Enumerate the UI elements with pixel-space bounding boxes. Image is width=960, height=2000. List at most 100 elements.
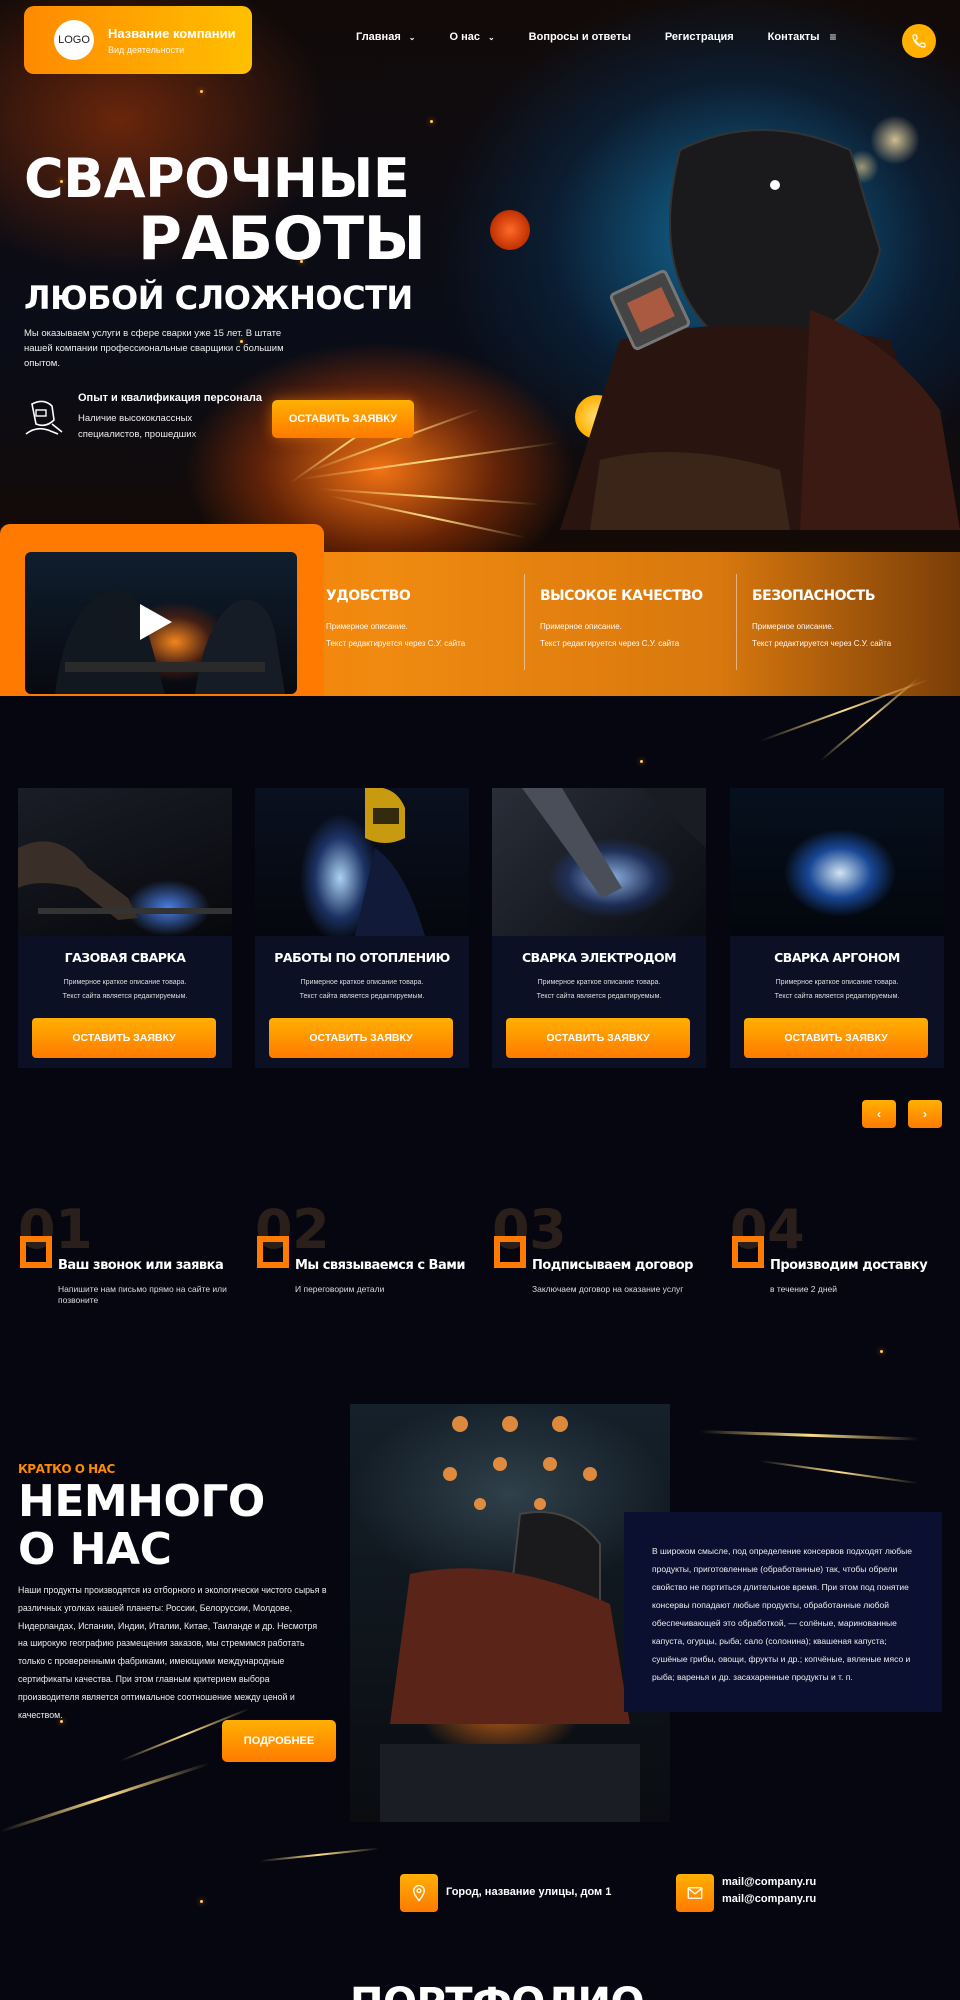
portfolio-title: ПОРТФОЛИО — [350, 1980, 644, 2000]
about-title-line2: О НАС — [18, 1524, 172, 1575]
service-card: РАБОТЫ ПО ОТОПЛЕНИЮ Примерное краткое оп… — [255, 788, 469, 1068]
advantage-text: Примерное описание. — [752, 622, 834, 631]
company-activity: Вид деятельности — [108, 44, 185, 55]
advantage-title: УДОБСТВО — [326, 588, 411, 604]
step-title: Производим доставку — [770, 1258, 928, 1273]
step-item: 03 Подписываем договор Заключаем договор… — [492, 1200, 702, 1310]
service-title: РАБОТЫ ПО ОТОПЛЕНИЮ — [274, 950, 450, 965]
nav-label: Регистрация — [664, 31, 734, 43]
about-photo — [350, 1404, 670, 1822]
about-card-text: В широком смысле, под определение консер… — [652, 1546, 912, 1682]
nav-item-faq[interactable]: Вопросы и ответы — [529, 30, 631, 44]
feature-text: Наличие высококлассных специалистов, про… — [78, 413, 197, 440]
advantage-text: Текст редактируется через С.У. сайта — [326, 639, 466, 648]
spark-streak — [319, 488, 540, 506]
service-title: СВАРКА ЭЛЕКТРОДОМ — [521, 950, 677, 965]
step-text: Напишите нам письмо прямо на сайте или п… — [58, 1284, 227, 1305]
logo[interactable]: LOGO — [54, 20, 94, 60]
location-icon — [413, 1884, 425, 1902]
service-text-line: Текст сайта является редактируемым. — [536, 993, 662, 1000]
service-text-line: Примерное краткое описание товара. — [775, 979, 899, 986]
service-text: Примерное краткое описание товара. Текст … — [492, 976, 706, 1004]
chevron-down-icon: ⌄ — [487, 32, 495, 42]
brand-block[interactable]: LOGO Название компании Вид деятельности — [24, 6, 252, 74]
hero-title-line2: РАБОТЫ — [138, 204, 426, 274]
service-text-line: Текст сайта является редактируемым. — [62, 993, 188, 1000]
service-text-line: Примерное краткое описание товара. — [63, 979, 187, 986]
order-button[interactable]: ОСТАВИТЬ ЗАЯВКУ — [744, 1018, 928, 1058]
divider — [524, 574, 525, 670]
spark-streak — [259, 1847, 380, 1862]
advantage-text: Текст редактируется через С.У. сайта — [540, 639, 680, 648]
advantage-title: БЕЗОПАСНОСТЬ — [752, 588, 876, 604]
step-marker — [732, 1236, 764, 1268]
service-text: Примерное краткое описание товара. Текст … — [730, 976, 944, 1004]
step-item: 04 Производим доставку в течение 2 дней — [730, 1200, 940, 1310]
hero-description: Мы оказываем услуги в сфере сварки уже 1… — [24, 328, 284, 369]
service-title: ГАЗОВАЯ СВАРКА — [64, 950, 186, 965]
nav-item-registration[interactable]: Регистрация — [665, 30, 734, 44]
hero-section: LOGO Название компании Вид деятельности … — [0, 0, 960, 560]
service-image — [255, 788, 469, 936]
divider — [736, 574, 737, 670]
about-title-line1: НЕМНОГО — [18, 1476, 265, 1527]
step-marker — [494, 1236, 526, 1268]
hero-title-line3: ЛЮБОЙ СЛОЖНОСТИ — [24, 279, 413, 317]
nav-item-about[interactable]: О нас ⌄ — [449, 30, 494, 44]
advantage-text: Примерное описание. — [540, 622, 622, 631]
order-button[interactable]: ОСТАВИТЬ ЗАЯВКУ — [269, 1018, 453, 1058]
company-name: Название компании — [108, 25, 236, 41]
step-marker — [257, 1236, 289, 1268]
step-title: Ваш звонок или заявка — [58, 1258, 224, 1273]
service-card: СВАРКА АРГОНОМ Примерное краткое описани… — [730, 788, 944, 1068]
email-link[interactable]: mail@company.ru — [722, 1876, 816, 1888]
spark — [200, 90, 203, 93]
nav-label: О нас — [449, 31, 480, 43]
spark — [880, 1350, 883, 1353]
bokeh-light — [490, 210, 530, 250]
service-text-line: Текст сайта является редактируемым. — [774, 993, 900, 1000]
nav-item-home[interactable]: Главная ⌄ — [356, 30, 415, 44]
step-title: Подписываем договор — [532, 1258, 693, 1273]
advantage-item: ВЫСОКОЕ КАЧЕСТВО Примерное описание. Тек… — [540, 588, 730, 652]
welding-torch-illustration — [18, 841, 232, 920]
about-text: Наши продукты производятся из отборного … — [18, 1585, 327, 1720]
advantage-text: Текст редактируется через С.У. сайта — [752, 639, 892, 648]
service-title: СВАРКА АРГОНОМ — [774, 950, 900, 965]
spark — [430, 120, 433, 123]
service-text: Примерное краткое описание товара. Текст … — [255, 976, 469, 1004]
more-button[interactable]: ПОДРОБНЕЕ — [222, 1720, 336, 1762]
welder-illustration — [380, 1416, 640, 1822]
order-button[interactable]: ОСТАВИТЬ ЗАЯВКУ — [32, 1018, 216, 1058]
nav-item-contacts[interactable]: Контакты ≡ — [768, 30, 837, 44]
service-text: Примерное краткое описание товара. Текст … — [18, 976, 232, 1004]
chevron-down-icon: ⌄ — [408, 32, 416, 42]
service-text-line: Примерное краткое описание товара. — [537, 979, 661, 986]
welder-mask-icon — [25, 400, 63, 435]
envelope-icon — [687, 1887, 703, 1899]
service-card: ГАЗОВАЯ СВАРКА Примерное краткое описани… — [18, 788, 232, 1068]
step-title: Мы связываемся с Вами — [295, 1258, 465, 1273]
nav-label: Вопросы и ответы — [528, 31, 631, 43]
hero-cta-button[interactable]: ОСТАВИТЬ ЗАЯВКУ — [272, 400, 414, 438]
phone-button[interactable] — [902, 24, 936, 58]
advantage-item: БЕЗОПАСНОСТЬ Примерное описание. Текст р… — [752, 588, 942, 652]
about-label: КРАТКО О НАС — [18, 1462, 115, 1476]
email-link[interactable]: mail@company.ru — [722, 1893, 816, 1905]
feature-title: Опыт и квалификация персонала — [78, 392, 263, 404]
spark — [640, 760, 643, 763]
nav-label: Главная — [356, 31, 401, 43]
service-text-line: Примерное краткое описание товара. — [300, 979, 424, 986]
slider-prev-button[interactable]: ‹ — [862, 1100, 896, 1128]
address-text: Город, название улицы, дом 1 — [446, 1886, 612, 1898]
phone-icon — [912, 34, 926, 48]
order-button[interactable]: ОСТАВИТЬ ЗАЯВКУ — [506, 1018, 690, 1058]
play-icon[interactable] — [140, 604, 172, 640]
step-text: И переговорим детали — [295, 1284, 385, 1294]
step-text: Заключаем договор на оказание услуг — [532, 1284, 684, 1294]
service-image — [492, 788, 706, 936]
slider-next-button[interactable]: › — [908, 1100, 942, 1128]
nav-label: Контакты — [767, 31, 820, 43]
hamburger-icon[interactable]: ≡ — [830, 30, 837, 44]
advantage-item: УДОБСТВО Примерное описание. Текст редак… — [326, 588, 516, 652]
